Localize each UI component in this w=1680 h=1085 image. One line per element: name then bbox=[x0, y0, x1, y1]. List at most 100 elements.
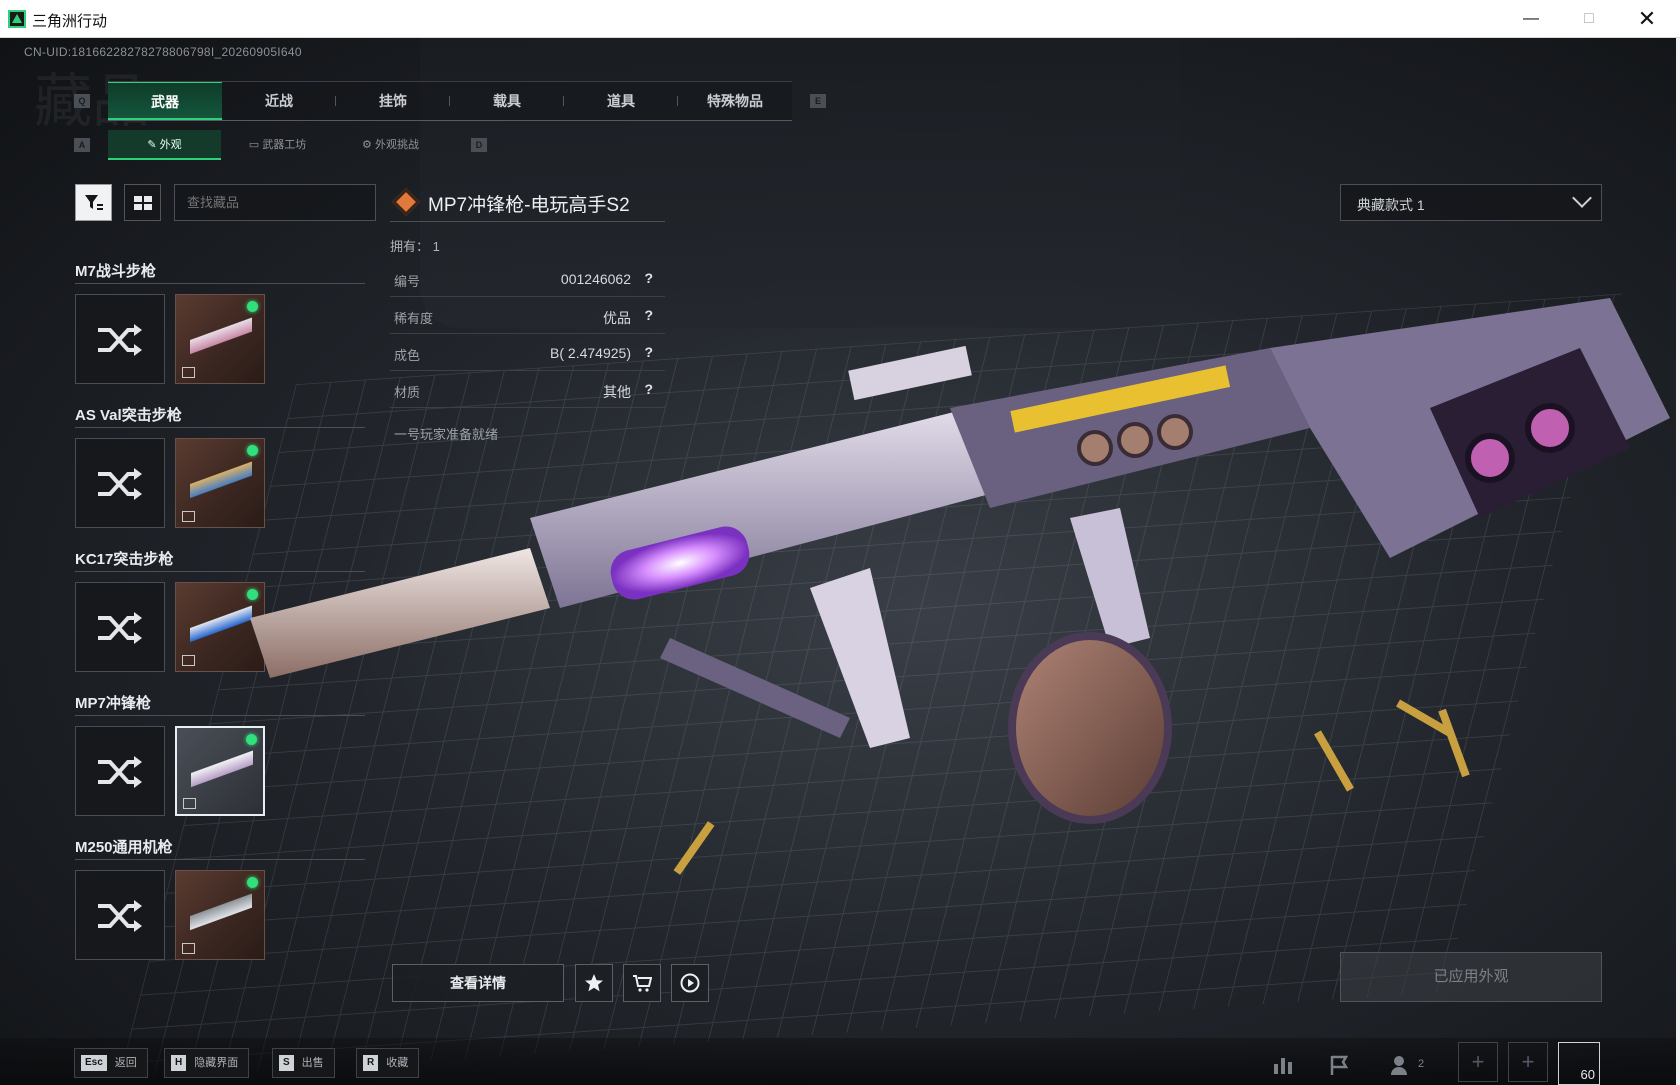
window-title: 三角洲行动 bbox=[32, 13, 108, 30]
tab-melee[interactable]: 近战 bbox=[222, 82, 336, 120]
skin-preview bbox=[191, 748, 253, 796]
hint-label: 隐藏界面 bbox=[194, 1057, 239, 1069]
tab-charms[interactable]: 挂饰 bbox=[336, 82, 450, 120]
fps-counter: 60 bbox=[1558, 1042, 1600, 1085]
hotkey-e-hint: E bbox=[810, 94, 826, 108]
chevron-down-icon bbox=[1572, 188, 1592, 208]
shuffle-icon bbox=[98, 612, 142, 644]
tab-weapons[interactable]: 武器 bbox=[108, 82, 222, 120]
hint-label: 收藏 bbox=[386, 1057, 409, 1069]
user-uid: CN-UID:18166228278278806798I_20260905I64… bbox=[24, 45, 302, 59]
invite-slot-2[interactable]: + bbox=[1508, 1042, 1548, 1082]
footer-bar: Esc 返回 H 隐藏界面 S 出售 R 收藏 2 + + 60 bbox=[0, 1038, 1680, 1085]
image-icon bbox=[182, 655, 195, 666]
tab-label: 近战 bbox=[265, 93, 293, 109]
filter-icon bbox=[85, 195, 103, 210]
owned-value: 1 bbox=[432, 239, 440, 254]
random-skin-button[interactable] bbox=[75, 726, 165, 816]
app-logo-icon bbox=[8, 10, 26, 28]
tab-weapon-workshop[interactable]: ▭ 武器工坊 bbox=[221, 130, 334, 160]
item-info-panel: MP7冲锋枪-电玩高手S2 拥有： 1 编号 001246062? 稀有度 优品? … bbox=[390, 184, 665, 442]
shop-button[interactable] bbox=[623, 964, 661, 1002]
weapon-3d-preview[interactable] bbox=[250, 258, 1670, 878]
bullet-casing bbox=[1314, 730, 1354, 792]
hotkey-d-hint: D bbox=[471, 138, 487, 152]
tab-items[interactable]: 道具 bbox=[564, 82, 678, 120]
search-input[interactable] bbox=[174, 184, 376, 221]
game-viewport: 藏品 CN-UID:18166228278278806798I_20260905… bbox=[0, 38, 1680, 1085]
key-cap: H bbox=[171, 1055, 187, 1072]
random-skin-button[interactable] bbox=[75, 870, 165, 960]
weapon-fan-1 bbox=[1077, 430, 1113, 466]
weapon-optic bbox=[848, 345, 972, 401]
random-skin-button[interactable] bbox=[75, 438, 165, 528]
shuffle-icon bbox=[98, 324, 142, 356]
skin-preview bbox=[190, 891, 252, 939]
squad-icon[interactable] bbox=[1390, 1054, 1414, 1076]
flag-icon[interactable] bbox=[1328, 1054, 1352, 1076]
skin-preview bbox=[190, 459, 252, 507]
maximize-button[interactable]: □ bbox=[1560, 0, 1618, 38]
tab-special-items[interactable]: 特殊物品 bbox=[678, 82, 792, 120]
stats-chart-icon[interactable] bbox=[1272, 1054, 1296, 1076]
weapon-bipod bbox=[660, 638, 850, 738]
hint-label: 出售 bbox=[301, 1057, 324, 1069]
key-cap: S bbox=[279, 1055, 294, 1072]
bullet-casing bbox=[1438, 708, 1470, 778]
hide-ui-hint[interactable]: H 隐藏界面 bbox=[164, 1048, 250, 1078]
tab-label: 武器 bbox=[151, 94, 179, 110]
weapon-suppressor bbox=[250, 548, 550, 678]
tab-vehicles[interactable]: 载具 bbox=[450, 82, 564, 120]
random-skin-button[interactable] bbox=[75, 582, 165, 672]
minimize-button[interactable]: — bbox=[1502, 0, 1560, 38]
weapon-stock-fan bbox=[1525, 403, 1575, 453]
play-icon bbox=[680, 973, 700, 993]
favorite-button[interactable] bbox=[575, 964, 613, 1002]
owned-count: 拥有： 1 bbox=[390, 236, 440, 255]
grid-view-icon bbox=[134, 196, 152, 210]
view-details-button[interactable]: 查看详情 bbox=[392, 964, 564, 1002]
random-skin-button[interactable] bbox=[75, 294, 165, 384]
weapon-drum-magazine bbox=[1008, 632, 1172, 824]
hotkey-a-hint: A bbox=[74, 138, 90, 152]
filter-button[interactable] bbox=[75, 184, 112, 221]
tab-appearance-challenge[interactable]: ⚙ 外观挑战 bbox=[334, 130, 447, 160]
skin-tile[interactable] bbox=[175, 870, 265, 960]
shuffle-icon bbox=[98, 468, 142, 500]
weapon-stock-fan bbox=[1465, 433, 1515, 483]
grid-view-button[interactable] bbox=[124, 184, 161, 221]
variant-dropdown[interactable]: 典藏款式 1 bbox=[1340, 184, 1602, 221]
tab-appearance[interactable]: ✎ 外观 bbox=[108, 130, 221, 160]
weapon-fan-2 bbox=[1117, 422, 1153, 458]
item-name: MP7冲锋枪-电玩高手S2 bbox=[428, 195, 630, 216]
image-icon bbox=[182, 511, 195, 522]
sell-hint[interactable]: S 出售 bbox=[272, 1048, 335, 1078]
weapon-pistol-grip bbox=[1070, 508, 1150, 648]
invite-slot-1[interactable]: + bbox=[1458, 1042, 1498, 1082]
window-edge bbox=[1676, 38, 1680, 1085]
hint-label: 返回 bbox=[114, 1057, 137, 1069]
back-hint[interactable]: Esc 返回 bbox=[74, 1048, 148, 1078]
collect-hint[interactable]: R 收藏 bbox=[356, 1048, 420, 1078]
weapon-fan-3 bbox=[1157, 414, 1193, 450]
tab-label: 挂饰 bbox=[379, 93, 407, 109]
tab-label: 外观挑战 bbox=[374, 139, 419, 151]
image-icon bbox=[183, 798, 196, 809]
close-button[interactable]: ✕ bbox=[1618, 0, 1676, 38]
rarity-diamond-icon bbox=[391, 187, 421, 217]
applied-appearance-button[interactable]: 已应用外观 bbox=[1340, 952, 1602, 1002]
tab-label: 特殊物品 bbox=[707, 93, 763, 109]
key-cap: R bbox=[363, 1055, 379, 1072]
subcategory-tabs: ✎ 外观 ▭ 武器工坊 ⚙ 外观挑战 bbox=[108, 130, 448, 160]
preview-play-button[interactable] bbox=[671, 964, 709, 1002]
star-icon bbox=[585, 974, 603, 992]
tab-label: 武器工坊 bbox=[262, 139, 307, 151]
shuffle-icon bbox=[98, 900, 142, 932]
item-name-row: MP7冲锋枪-电玩高手S2 bbox=[390, 184, 665, 222]
shuffle-icon bbox=[98, 756, 142, 788]
image-icon bbox=[182, 367, 195, 378]
cart-icon bbox=[633, 975, 652, 992]
image-icon bbox=[182, 943, 195, 954]
squad-count: 2 bbox=[1418, 1058, 1425, 1070]
skin-preview bbox=[190, 315, 252, 363]
